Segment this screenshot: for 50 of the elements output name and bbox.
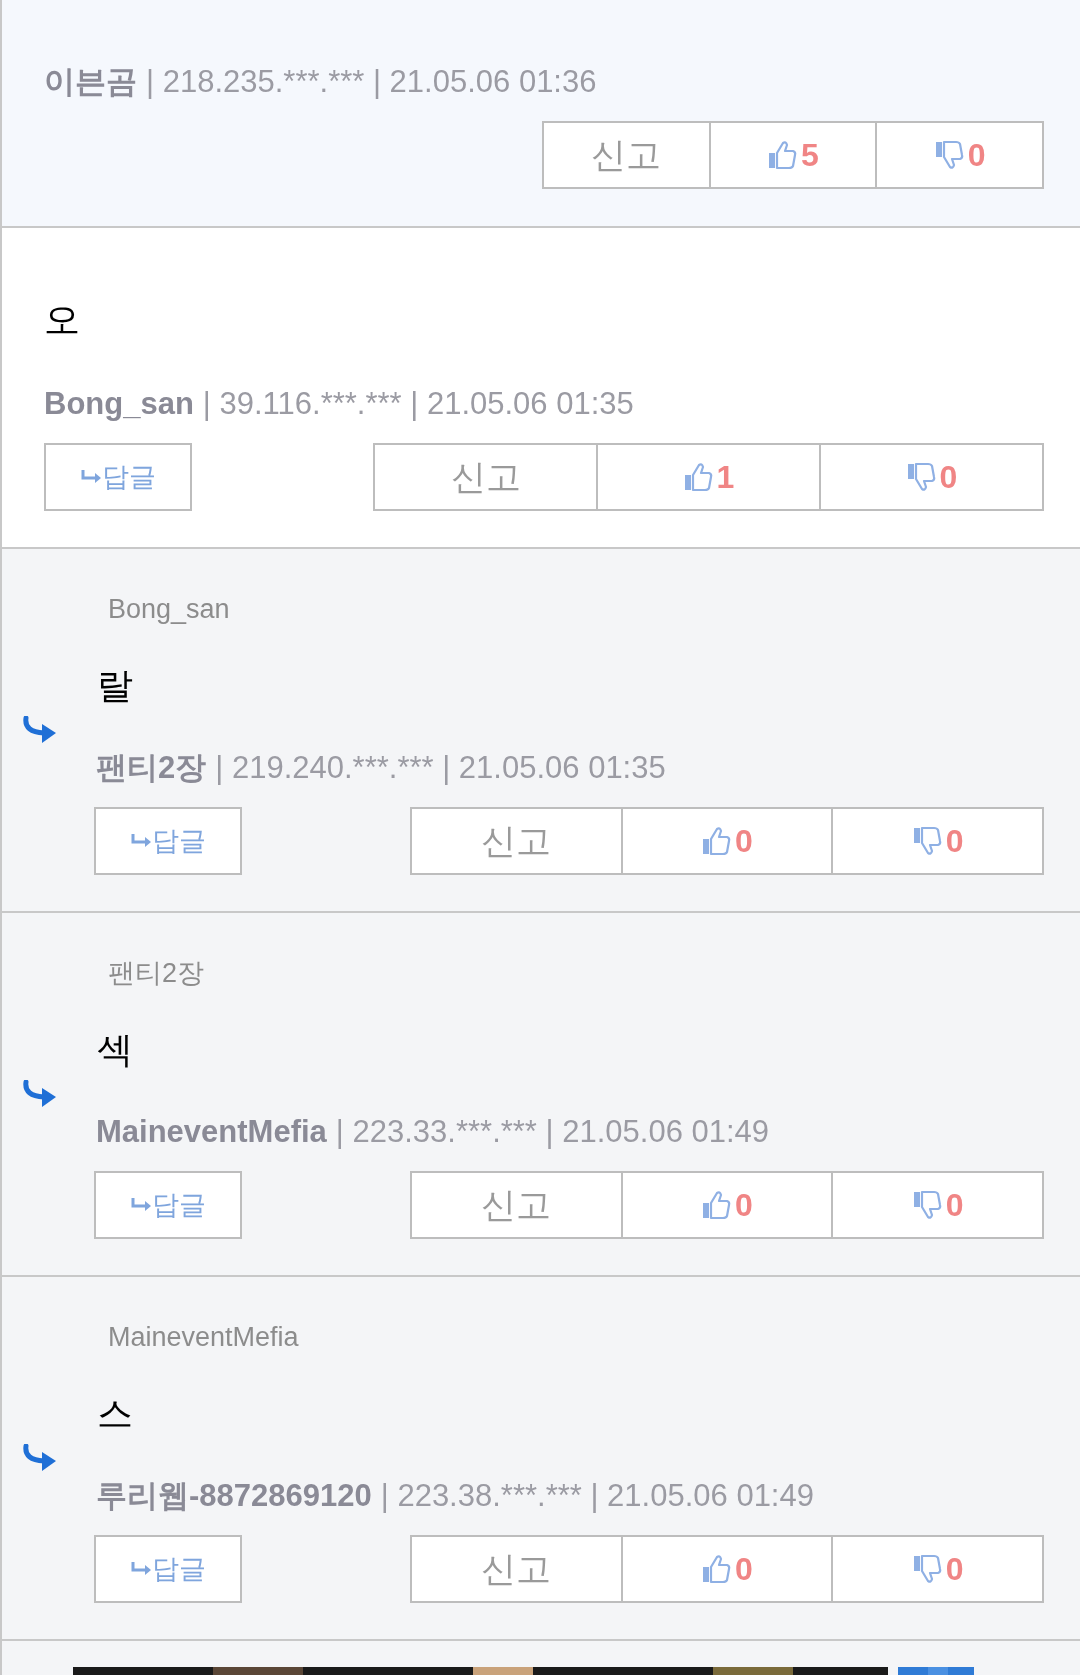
comment-info: | 218.235.***.*** | 21.05.06 01:36 [146,64,597,100]
reply-button[interactable]: 답글 [44,443,192,511]
report-button[interactable]: 신고 [412,809,621,873]
reply-arrow-icon [22,716,58,746]
reply-button[interactable]: 답글 [94,1171,242,1239]
reply-arrow-icon [130,1561,152,1577]
reply-button[interactable]: 답글 [94,807,242,875]
parent-author: Bong_san [107,593,231,624]
reply-arrow-icon [80,469,102,485]
report-button[interactable]: 신고 [412,1537,621,1601]
thumbs-down-icon [933,139,964,171]
thumbs-up-icon [701,825,732,857]
thumbs-up-icon [767,139,798,171]
thumbs-down-icon [911,1553,942,1585]
report-button[interactable]: 신고 [544,123,709,187]
reply-arrow-icon [22,1080,58,1110]
reply-arrow-icon [22,1444,58,1474]
dislike-button[interactable]: 0 [875,123,1042,187]
dislike-button[interactable]: 0 [831,1537,1042,1601]
reply-button[interactable]: 답글 [94,1535,242,1603]
thumbs-up-icon [682,461,713,493]
thumbs-up-icon [701,1189,732,1221]
reply-arrow-icon [130,833,152,849]
parent-author: 팬티2장 [107,957,206,988]
dislike-button[interactable]: 0 [831,809,1042,873]
comment-text: 오 [44,298,81,341]
thumbs-down-icon [911,1189,942,1221]
thumbs-down-icon [905,461,936,493]
comment-author: MaineventMefia [96,1114,327,1150]
comment-info: | 223.38.***.*** | 21.05.06 01:49 [380,1478,814,1514]
comment-info: | 39.116.***.*** | 21.05.06 01:35 [202,386,634,422]
comment-author: 루리웹-8872869120 [96,1478,372,1514]
comment-author: 팬티2장 [96,750,207,786]
comment-info: | 219.240.***.*** | 21.05.06 01:35 [215,750,666,786]
reply-arrow-icon [130,1197,152,1213]
like-button[interactable]: 5 [708,123,876,187]
like-button[interactable]: 0 [620,1537,832,1601]
comment-author: Bong_san [44,386,194,422]
comment-text: 스 [96,1393,134,1435]
report-button[interactable]: 신고 [412,1173,621,1237]
dislike-button[interactable]: 0 [831,1173,1042,1237]
comment-text: 섹 [96,1029,134,1071]
thumbs-up-icon [701,1553,732,1585]
like-button[interactable]: 0 [620,1173,832,1237]
parent-author: MaineventMefia [107,1321,300,1352]
comment-text: 랄 [96,665,134,707]
comment-info: | 223.33.***.*** | 21.05.06 01:49 [335,1114,770,1150]
like-button[interactable]: 0 [620,809,832,873]
thumbs-down-icon [911,825,942,857]
comment-author: 이븐곰 [44,64,137,100]
